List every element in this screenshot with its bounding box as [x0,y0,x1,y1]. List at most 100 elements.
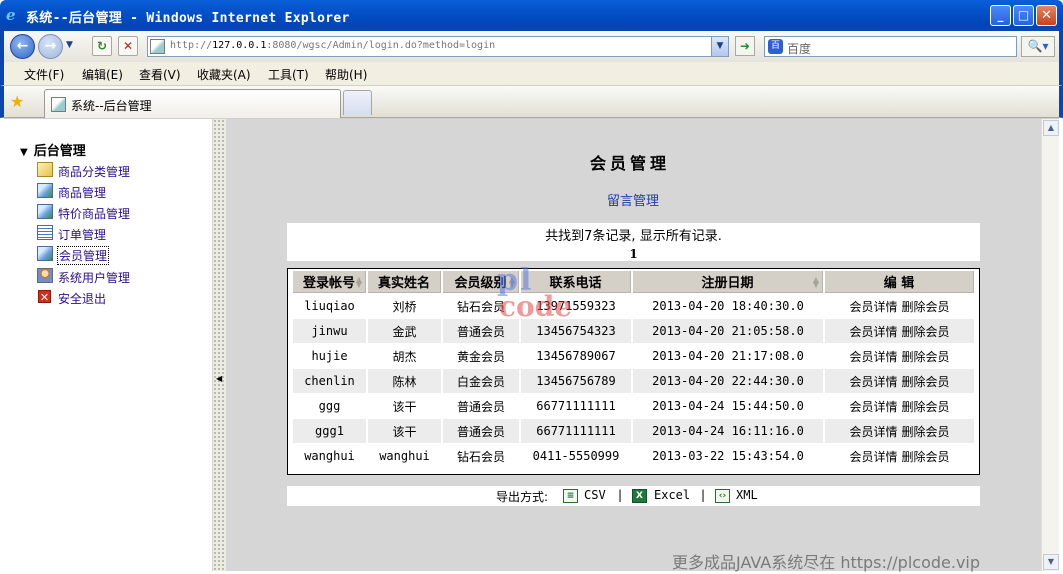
cell-account: chenlin [293,369,366,393]
back-button[interactable]: ← [10,34,35,59]
page-number[interactable]: 1 [287,244,980,261]
stop-button[interactable]: ✕ [118,36,138,56]
cell-level: 普通会员 [443,419,519,443]
sidebar: ▼ 后台管理 商品分类管理 商品管理 特价商品管理 订单管理 会员管理 系统用户管… [4,119,212,571]
cell-actions: 会员详情 删除会员 [825,394,974,418]
member-detail-link[interactable]: 会员详情 [849,450,897,464]
cell-date: 2013-04-24 15:44:50.0 [633,394,823,418]
cell-name: 该干 [368,394,441,418]
menu-favorites[interactable]: 收藏夹(A) [197,66,251,83]
cell-level: 普通会员 [443,394,519,418]
separator: | [701,488,706,502]
ie-logo-icon: e [6,6,16,24]
plcode-watermark: pl code [497,263,573,323]
member-detail-link[interactable]: 会员详情 [849,300,897,314]
menu-view[interactable]: 查看(V) [139,66,181,83]
table-row: chenlin 陈林 白金会员 13456756789 2013-04-20 2… [293,369,974,393]
excel-icon[interactable]: X [632,489,647,503]
csv-icon[interactable]: ≡ [563,489,578,503]
member-detail-link[interactable]: 会员详情 [849,350,897,364]
category-icon [37,162,53,177]
column-header-date[interactable]: 注册日期 ▲ ▼ [633,271,823,293]
sort-icon: ▲ ▼ [812,275,819,289]
go-button[interactable]: ➜ [735,36,755,56]
delete-member-link[interactable]: 删除会员 [902,375,950,389]
forward-button[interactable]: → [38,34,63,59]
window-title: 系统--后台管理 - Windows Internet Explorer [26,11,350,26]
history-dropdown-icon[interactable]: ▼ [66,40,73,50]
tab-admin[interactable]: 系统--后台管理 [44,89,341,118]
record-info-box: 共找到7条记录, 显示所有记录. 1 [287,223,980,261]
menu-file[interactable]: 文件(F) [24,66,64,83]
address-input[interactable]: http://127.0.0.1:8080/wgsc/Admin/login.d… [147,36,729,57]
page-content: ▼ 后台管理 商品分类管理 商品管理 特价商品管理 订单管理 会员管理 系统用户管… [4,118,1059,572]
maximize-button[interactable]: □ [1013,5,1034,26]
export-xml-link[interactable]: XML [736,488,758,502]
cell-actions: 会员详情 删除会员 [825,319,974,343]
member-detail-link[interactable]: 会员详情 [849,325,897,339]
cell-actions: 会员详情 删除会员 [825,444,974,468]
scroll-up-icon[interactable]: ▲ [1043,120,1059,136]
column-header-account[interactable]: 登录帐号 ▲ ▼ [293,271,366,293]
column-header-name[interactable]: 真实姓名 [368,271,441,293]
member-detail-link[interactable]: 会员详情 [849,400,897,414]
baidu-paw-icon: 百 [768,39,783,54]
cell-date: 2013-04-20 21:05:58.0 [633,319,823,343]
cell-date: 2013-04-20 18:40:30.0 [633,294,823,318]
frame-splitter[interactable]: ◀ [212,119,226,571]
delete-member-link[interactable]: 删除会员 [902,400,950,414]
search-input[interactable]: 百 百度 [764,36,1017,57]
table-row: jinwu 金武 普通会员 13456754323 2013-04-20 21:… [293,319,974,343]
new-tab-button[interactable] [343,90,372,115]
scroll-down-icon[interactable]: ▼ [1043,554,1059,570]
export-csv-link[interactable]: CSV [584,488,606,502]
delete-member-link[interactable]: 删除会员 [902,450,950,464]
cell-name: 金武 [368,319,441,343]
delete-member-link[interactable]: 删除会员 [902,350,950,364]
separator: | [618,488,623,502]
order-icon [37,225,53,240]
vertical-scrollbar[interactable]: ▲ ▼ [1041,119,1059,571]
member-detail-link[interactable]: 会员详情 [849,425,897,439]
delete-member-link[interactable]: 删除会员 [902,325,950,339]
cell-account: liuqiao [293,294,366,318]
member-table: 登录帐号 ▲ ▼ 真实姓名 会员级别 ▲ ▼ 联系电话 注册日期 ▲ ▼ 编 辑 liuqi… [287,268,980,475]
main-panel: 会员管理 留言管理 共找到7条记录, 显示所有记录. 1 登录帐号 ▲ ▼ 真实姓名… [226,119,1041,572]
favorites-star-icon[interactable]: ★ [10,92,24,111]
delete-member-link[interactable]: 删除会员 [902,425,950,439]
cell-phone: 66771111111 [521,394,631,418]
cell-account: wanghui [293,444,366,468]
refresh-button[interactable]: ↻ [92,36,112,56]
menu-help[interactable]: 帮助(H) [325,66,367,83]
footer-watermark-text: 更多成品JAVA系统尽在 https://plcode.vip [672,553,981,572]
minimize-button[interactable]: _ [990,5,1011,26]
export-excel-link[interactable]: Excel [654,488,690,502]
cell-account: ggg1 [293,419,366,443]
cell-name: 该干 [368,419,441,443]
close-button[interactable]: ✕ [1036,5,1057,26]
cell-phone: 66771111111 [521,419,631,443]
message-management-link[interactable]: 留言管理 [607,190,659,209]
record-count-text: 共找到7条记录, 显示所有记录. [545,229,722,244]
menu-tools[interactable]: 工具(T) [268,66,309,83]
member-icon [37,246,53,261]
member-detail-link[interactable]: 会员详情 [849,375,897,389]
cell-account: jinwu [293,319,366,343]
export-bar: 导出方式: ≡ CSV | X Excel | ‹› XML [287,486,980,506]
export-label: 导出方式: [496,490,549,504]
collapse-left-icon[interactable]: ◀ [216,374,222,383]
cell-level: 钻石会员 [443,444,519,468]
sidebar-header[interactable]: ▼ 后台管理 [20,140,86,159]
page-title: 会员管理 [590,154,671,173]
address-dropdown-icon[interactable]: ▼ [711,37,728,56]
cell-date: 2013-04-24 16:11:16.0 [633,419,823,443]
delete-member-link[interactable]: 删除会员 [902,300,950,314]
table-row: hujie 胡杰 黄金会员 13456789067 2013-04-20 21:… [293,344,974,368]
cell-level: 白金会员 [443,369,519,393]
exit-icon: ✕ [38,290,51,304]
xml-icon[interactable]: ‹› [715,489,730,503]
product-icon [37,183,53,198]
cell-phone: 13456789067 [521,344,631,368]
search-button[interactable]: 🔍▾ [1021,36,1055,57]
menu-edit[interactable]: 编辑(E) [82,66,123,83]
